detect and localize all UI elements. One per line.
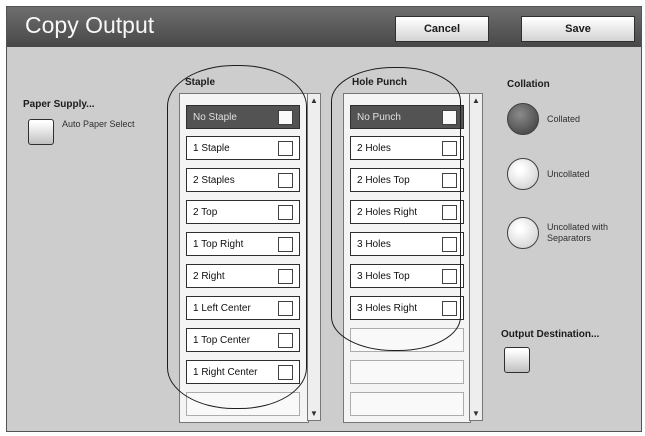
punch-option-2-holes-right[interactable]: 2 Holes Right xyxy=(350,200,464,224)
hole-punch-scrollbar[interactable]: ▲ ▼ xyxy=(469,93,483,421)
save-button[interactable]: Save xyxy=(521,16,635,42)
collation-option-uncollated-with-separators[interactable]: Uncollated with Separators xyxy=(507,217,621,249)
staple-list: No Staple 1 Staple 2 Staples 2 Top 1 Top… xyxy=(179,93,309,423)
staple-option-1-staple[interactable]: 1 Staple xyxy=(186,136,300,160)
output-destination-button[interactable] xyxy=(504,347,530,373)
checkbox-icon xyxy=(442,237,457,252)
cancel-button[interactable]: Cancel xyxy=(395,16,489,42)
staple-option-1-left-center[interactable]: 1 Left Center xyxy=(186,296,300,320)
checkbox-icon xyxy=(278,110,293,125)
checkbox-icon xyxy=(278,333,293,348)
staple-option-2-top[interactable]: 2 Top xyxy=(186,200,300,224)
list-item xyxy=(350,328,464,352)
radio-icon xyxy=(507,158,539,190)
punch-option-3-holes[interactable]: 3 Holes xyxy=(350,232,464,256)
checkbox-icon xyxy=(278,205,293,220)
title-bar: Copy Output Cancel Save xyxy=(7,7,641,47)
checkbox-icon xyxy=(442,301,457,316)
radio-icon xyxy=(507,217,539,249)
checkbox-icon xyxy=(278,173,293,188)
punch-option-2-holes-top[interactable]: 2 Holes Top xyxy=(350,168,464,192)
punch-option-2-holes[interactable]: 2 Holes xyxy=(350,136,464,160)
scroll-up-icon[interactable]: ▲ xyxy=(472,96,480,105)
checkbox-icon xyxy=(278,301,293,316)
list-item xyxy=(350,392,464,416)
collation-option-collated[interactable]: Collated xyxy=(507,103,621,135)
checkbox-icon xyxy=(278,365,293,380)
list-item xyxy=(186,392,300,416)
scroll-down-icon[interactable]: ▼ xyxy=(472,409,480,418)
staple-heading: Staple xyxy=(185,77,216,88)
staple-option-2-right[interactable]: 2 Right xyxy=(186,264,300,288)
checkbox-icon xyxy=(442,173,457,188)
punch-option-no-punch[interactable]: No Punch xyxy=(350,105,464,129)
checkbox-icon xyxy=(442,141,457,156)
paper-supply-label: Paper Supply... xyxy=(23,99,95,110)
output-destination-label: Output Destination... xyxy=(501,329,600,340)
staple-option-2-staples[interactable]: 2 Staples xyxy=(186,168,300,192)
staple-scrollbar[interactable]: ▲ ▼ xyxy=(307,93,321,421)
collation-heading: Collation xyxy=(507,79,550,90)
checkbox-icon xyxy=(278,269,293,284)
staple-option-1-top-right[interactable]: 1 Top Right xyxy=(186,232,300,256)
punch-option-3-holes-top[interactable]: 3 Holes Top xyxy=(350,264,464,288)
checkbox-icon xyxy=(442,269,457,284)
punch-option-3-holes-right[interactable]: 3 Holes Right xyxy=(350,296,464,320)
list-item xyxy=(350,360,464,384)
paper-supply-value: Auto Paper Select xyxy=(62,119,135,129)
page-title: Copy Output xyxy=(25,12,155,38)
staple-option-1-right-center[interactable]: 1 Right Center xyxy=(186,360,300,384)
collation-option-uncollated[interactable]: Uncollated xyxy=(507,158,621,190)
scroll-up-icon[interactable]: ▲ xyxy=(310,96,318,105)
staple-option-1-top-center[interactable]: 1 Top Center xyxy=(186,328,300,352)
scroll-down-icon[interactable]: ▼ xyxy=(310,409,318,418)
checkbox-icon xyxy=(442,205,457,220)
checkbox-icon xyxy=(278,237,293,252)
hole-punch-heading: Hole Punch xyxy=(352,77,408,88)
checkbox-icon xyxy=(442,110,457,125)
radio-selected-icon xyxy=(507,103,539,135)
staple-option-no-staple[interactable]: No Staple xyxy=(186,105,300,129)
paper-supply-button[interactable] xyxy=(28,119,54,145)
copy-output-screen: Copy Output Cancel Save Paper Supply... … xyxy=(6,6,642,432)
hole-punch-list: No Punch 2 Holes 2 Holes Top 2 Holes Rig… xyxy=(343,93,471,423)
checkbox-icon xyxy=(278,141,293,156)
